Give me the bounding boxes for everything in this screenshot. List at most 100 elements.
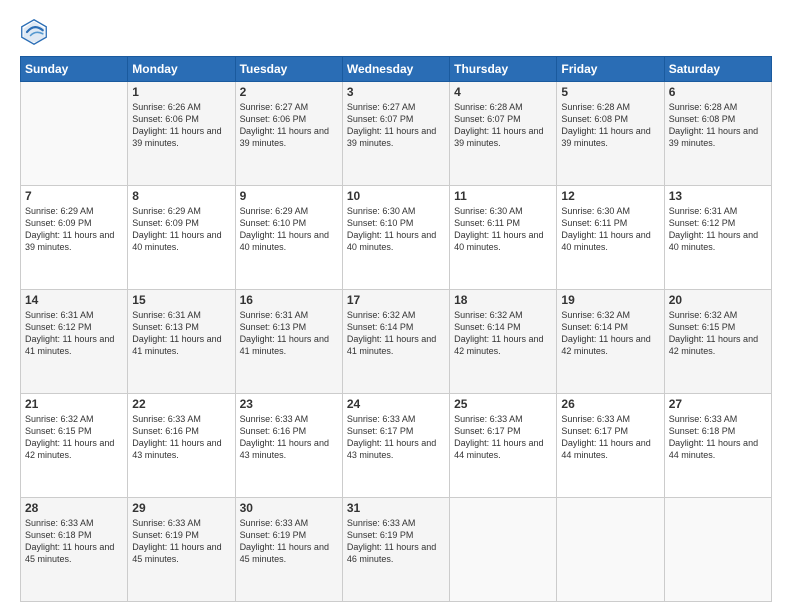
- day-detail: Sunrise: 6:33 AMSunset: 6:18 PMDaylight:…: [25, 517, 123, 566]
- weekday-header-friday: Friday: [557, 57, 664, 82]
- day-number: 29: [132, 501, 230, 515]
- day-number: 12: [561, 189, 659, 203]
- day-detail: Sunrise: 6:32 AMSunset: 6:14 PMDaylight:…: [454, 309, 552, 358]
- weekday-header-thursday: Thursday: [450, 57, 557, 82]
- day-number: 13: [669, 189, 767, 203]
- day-number: 14: [25, 293, 123, 307]
- calendar-header: SundayMondayTuesdayWednesdayThursdayFrid…: [21, 57, 772, 82]
- calendar-cell: 30 Sunrise: 6:33 AMSunset: 6:19 PMDayligh…: [235, 498, 342, 602]
- day-detail: Sunrise: 6:30 AMSunset: 6:11 PMDaylight:…: [561, 205, 659, 254]
- week-row-3: 21 Sunrise: 6:32 AMSunset: 6:15 PMDayligh…: [21, 394, 772, 498]
- day-number: 26: [561, 397, 659, 411]
- calendar-body: 1 Sunrise: 6:26 AMSunset: 6:06 PMDaylight…: [21, 82, 772, 602]
- day-detail: Sunrise: 6:28 AMSunset: 6:08 PMDaylight:…: [561, 101, 659, 150]
- day-number: 20: [669, 293, 767, 307]
- day-detail: Sunrise: 6:32 AMSunset: 6:14 PMDaylight:…: [561, 309, 659, 358]
- day-number: 22: [132, 397, 230, 411]
- calendar-cell: [21, 82, 128, 186]
- day-detail: Sunrise: 6:33 AMSunset: 6:16 PMDaylight:…: [240, 413, 338, 462]
- day-number: 30: [240, 501, 338, 515]
- day-number: 8: [132, 189, 230, 203]
- calendar-cell: 13Sunrise: 6:31 AMSunset: 6:12 PMDayligh…: [664, 186, 771, 290]
- weekday-header-sunday: Sunday: [21, 57, 128, 82]
- day-detail: Sunrise: 6:31 AMSunset: 6:12 PMDaylight:…: [25, 309, 123, 358]
- weekday-header-saturday: Saturday: [664, 57, 771, 82]
- calendar-cell: 29 Sunrise: 6:33 AMSunset: 6:19 PMDayligh…: [128, 498, 235, 602]
- day-number: 17: [347, 293, 445, 307]
- calendar-cell: 9Sunrise: 6:29 AMSunset: 6:10 PMDaylight…: [235, 186, 342, 290]
- day-number: 24: [347, 397, 445, 411]
- calendar-cell: [450, 498, 557, 602]
- day-number: 10: [347, 189, 445, 203]
- weekday-header-tuesday: Tuesday: [235, 57, 342, 82]
- logo-icon: [20, 18, 48, 46]
- calendar-cell: 28Sunrise: 6:33 AMSunset: 6:18 PMDayligh…: [21, 498, 128, 602]
- logo: [20, 18, 52, 46]
- day-detail: Sunrise: 6:33 AMSunset: 6:19 PMDaylight:…: [240, 517, 338, 566]
- day-number: 6: [669, 85, 767, 99]
- day-detail: Sunrise: 6:31 AMSunset: 6:13 PMDaylight:…: [132, 309, 230, 358]
- day-detail: Sunrise: 6:30 AMSunset: 6:11 PMDaylight:…: [454, 205, 552, 254]
- calendar-cell: 23 Sunrise: 6:33 AMSunset: 6:16 PMDayligh…: [235, 394, 342, 498]
- calendar-cell: 26 Sunrise: 6:33 AMSunset: 6:17 PMDayligh…: [557, 394, 664, 498]
- calendar-cell: 22Sunrise: 6:33 AMSunset: 6:16 PMDayligh…: [128, 394, 235, 498]
- day-detail: Sunrise: 6:33 AMSunset: 6:19 PMDaylight:…: [132, 517, 230, 566]
- calendar-cell: 7 Sunrise: 6:29 AMSunset: 6:09 PMDaylight…: [21, 186, 128, 290]
- day-number: 5: [561, 85, 659, 99]
- day-number: 23: [240, 397, 338, 411]
- day-number: 27: [669, 397, 767, 411]
- calendar-cell: 16 Sunrise: 6:31 AMSunset: 6:13 PMDayligh…: [235, 290, 342, 394]
- day-number: 7: [25, 189, 123, 203]
- calendar-cell: 25 Sunrise: 6:33 AMSunset: 6:17 PMDayligh…: [450, 394, 557, 498]
- day-number: 19: [561, 293, 659, 307]
- week-row-0: 1 Sunrise: 6:26 AMSunset: 6:06 PMDaylight…: [21, 82, 772, 186]
- day-detail: Sunrise: 6:30 AMSunset: 6:10 PMDaylight:…: [347, 205, 445, 254]
- calendar-cell: 27 Sunrise: 6:33 AMSunset: 6:18 PMDayligh…: [664, 394, 771, 498]
- day-number: 1: [132, 85, 230, 99]
- day-detail: Sunrise: 6:27 AMSunset: 6:07 PMDaylight:…: [347, 101, 445, 150]
- day-detail: Sunrise: 6:33 AMSunset: 6:17 PMDaylight:…: [561, 413, 659, 462]
- day-detail: Sunrise: 6:32 AMSunset: 6:15 PMDaylight:…: [669, 309, 767, 358]
- day-number: 21: [25, 397, 123, 411]
- week-row-1: 7 Sunrise: 6:29 AMSunset: 6:09 PMDaylight…: [21, 186, 772, 290]
- day-number: 4: [454, 85, 552, 99]
- calendar-cell: 3 Sunrise: 6:27 AMSunset: 6:07 PMDaylight…: [342, 82, 449, 186]
- header-row: SundayMondayTuesdayWednesdayThursdayFrid…: [21, 57, 772, 82]
- day-number: 9: [240, 189, 338, 203]
- calendar-cell: 24Sunrise: 6:33 AMSunset: 6:17 PMDayligh…: [342, 394, 449, 498]
- calendar-cell: 17 Sunrise: 6:32 AMSunset: 6:14 PMDayligh…: [342, 290, 449, 394]
- calendar-table: SundayMondayTuesdayWednesdayThursdayFrid…: [20, 56, 772, 602]
- calendar-cell: 19 Sunrise: 6:32 AMSunset: 6:14 PMDayligh…: [557, 290, 664, 394]
- day-number: 25: [454, 397, 552, 411]
- day-number: 15: [132, 293, 230, 307]
- calendar-cell: 11 Sunrise: 6:30 AMSunset: 6:11 PMDayligh…: [450, 186, 557, 290]
- day-detail: Sunrise: 6:32 AMSunset: 6:14 PMDaylight:…: [347, 309, 445, 358]
- page: SundayMondayTuesdayWednesdayThursdayFrid…: [0, 0, 792, 612]
- calendar-cell: [664, 498, 771, 602]
- day-detail: Sunrise: 6:28 AMSunset: 6:07 PMDaylight:…: [454, 101, 552, 150]
- day-detail: Sunrise: 6:33 AMSunset: 6:17 PMDaylight:…: [454, 413, 552, 462]
- calendar-cell: 2Sunrise: 6:27 AMSunset: 6:06 PMDaylight…: [235, 82, 342, 186]
- weekday-header-monday: Monday: [128, 57, 235, 82]
- calendar-cell: 21 Sunrise: 6:32 AMSunset: 6:15 PMDayligh…: [21, 394, 128, 498]
- calendar-cell: 31Sunrise: 6:33 AMSunset: 6:19 PMDayligh…: [342, 498, 449, 602]
- day-number: 31: [347, 501, 445, 515]
- day-detail: Sunrise: 6:32 AMSunset: 6:15 PMDaylight:…: [25, 413, 123, 462]
- calendar-cell: 20 Sunrise: 6:32 AMSunset: 6:15 PMDayligh…: [664, 290, 771, 394]
- day-number: 16: [240, 293, 338, 307]
- day-detail: Sunrise: 6:29 AMSunset: 6:09 PMDaylight:…: [25, 205, 123, 254]
- calendar-cell: 18Sunrise: 6:32 AMSunset: 6:14 PMDayligh…: [450, 290, 557, 394]
- week-row-4: 28Sunrise: 6:33 AMSunset: 6:18 PMDayligh…: [21, 498, 772, 602]
- weekday-header-wednesday: Wednesday: [342, 57, 449, 82]
- calendar-cell: 8Sunrise: 6:29 AMSunset: 6:09 PMDaylight…: [128, 186, 235, 290]
- calendar-cell: 1 Sunrise: 6:26 AMSunset: 6:06 PMDaylight…: [128, 82, 235, 186]
- day-detail: Sunrise: 6:26 AMSunset: 6:06 PMDaylight:…: [132, 101, 230, 150]
- day-number: 11: [454, 189, 552, 203]
- day-detail: Sunrise: 6:33 AMSunset: 6:18 PMDaylight:…: [669, 413, 767, 462]
- calendar-cell: 4 Sunrise: 6:28 AMSunset: 6:07 PMDaylight…: [450, 82, 557, 186]
- calendar-cell: 6Sunrise: 6:28 AMSunset: 6:08 PMDaylight…: [664, 82, 771, 186]
- day-detail: Sunrise: 6:31 AMSunset: 6:13 PMDaylight:…: [240, 309, 338, 358]
- day-number: 3: [347, 85, 445, 99]
- calendar-cell: 12 Sunrise: 6:30 AMSunset: 6:11 PMDayligh…: [557, 186, 664, 290]
- calendar-cell: 5 Sunrise: 6:28 AMSunset: 6:08 PMDaylight…: [557, 82, 664, 186]
